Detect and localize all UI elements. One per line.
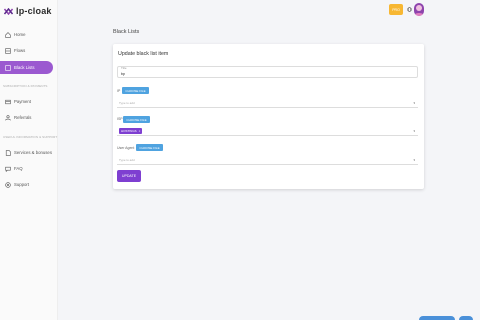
isp-label: ISP (117, 117, 123, 121)
list-icon (5, 64, 11, 71)
pro-button[interactable]: PRO (389, 4, 403, 15)
section-title-payments: SUBSCRIPTION & PAYMENTS (3, 84, 48, 88)
page-title: Black Lists (113, 29, 140, 35)
sidebar-item-label: Flows (14, 48, 26, 53)
sidebar-item-referrals[interactable]: Referrals (0, 111, 58, 124)
sidebar-item-black-lists[interactable]: Black Lists (0, 61, 53, 74)
update-card: Update black list item Title bp IP CHOOS… (113, 44, 424, 189)
chat-widget-button[interactable] (419, 316, 455, 320)
sidebar-item-label: FAQ (14, 166, 23, 171)
card-title: Update black list item (118, 51, 169, 57)
chevron-down-icon: ▾ (413, 101, 415, 105)
sidebar-item-label: Home (14, 32, 26, 37)
document-icon (5, 149, 11, 156)
globe-icon[interactable] (407, 7, 412, 12)
sidebar-item-services[interactable]: Services & bonuses (0, 146, 58, 159)
logo-icon (4, 7, 13, 15)
user-avatar-icon (414, 5, 424, 16)
isp-choose-file-button[interactable]: CHOOSE FILE (123, 116, 150, 123)
section-title-support: USEFUL INFORMATION & SUPPORT (3, 135, 58, 139)
title-field-value: bp (121, 72, 125, 76)
chat-icon (5, 166, 11, 172)
flows-icon (5, 47, 11, 54)
sidebar-item-label: Black Lists (14, 65, 35, 70)
card-icon (5, 99, 11, 104)
sidebar-item-support[interactable]: Support (0, 178, 58, 191)
sidebar-item-payment[interactable]: Payment (0, 95, 58, 108)
logo-text: lp-cloak (16, 6, 52, 16)
sidebar-item-home[interactable]: Home (0, 28, 58, 41)
ua-placeholder: Type to add (119, 158, 135, 162)
chat-widget-toggle[interactable] (459, 316, 473, 320)
isp-chip-label: HOSTINGS (121, 129, 137, 133)
chevron-down-icon: ▾ (413, 129, 415, 133)
ua-multiselect[interactable]: Type to add ▾ (117, 155, 418, 165)
title-field-label: Title (121, 66, 127, 70)
sidebar-item-label: Services & bonuses (14, 150, 52, 155)
ua-label: User Agent (117, 146, 135, 150)
users-icon (5, 114, 11, 120)
sidebar: lp-cloak Home Flows Black Lists SUBSCRIP… (0, 0, 58, 320)
support-icon (5, 181, 11, 188)
ip-label: IP (117, 89, 121, 93)
ua-choose-file-button[interactable]: CHOOSE FILE (136, 144, 163, 151)
sidebar-item-flows[interactable]: Flows (0, 44, 58, 57)
sidebar-item-faq[interactable]: FAQ (0, 162, 58, 175)
home-icon (5, 31, 11, 38)
ip-multiselect[interactable]: Type to add ▾ (117, 98, 418, 108)
chevron-down-icon: ▾ (413, 158, 415, 162)
ip-placeholder: Type to add (119, 101, 135, 105)
sidebar-item-label: Payment (14, 99, 31, 104)
title-field[interactable]: Title bp (117, 66, 418, 78)
update-button[interactable]: UPDATE (117, 170, 141, 182)
isp-chip: HOSTINGS × (119, 128, 143, 134)
ip-choose-file-button[interactable]: CHOOSE FILE (122, 87, 149, 94)
sidebar-item-label: Support (14, 182, 30, 187)
isp-multiselect[interactable]: HOSTINGS × ▾ (117, 126, 418, 136)
avatar[interactable] (414, 3, 424, 16)
logo[interactable]: lp-cloak (4, 6, 52, 16)
sidebar-item-label: Referrals (14, 115, 32, 120)
chip-remove-icon[interactable]: × (139, 129, 141, 133)
